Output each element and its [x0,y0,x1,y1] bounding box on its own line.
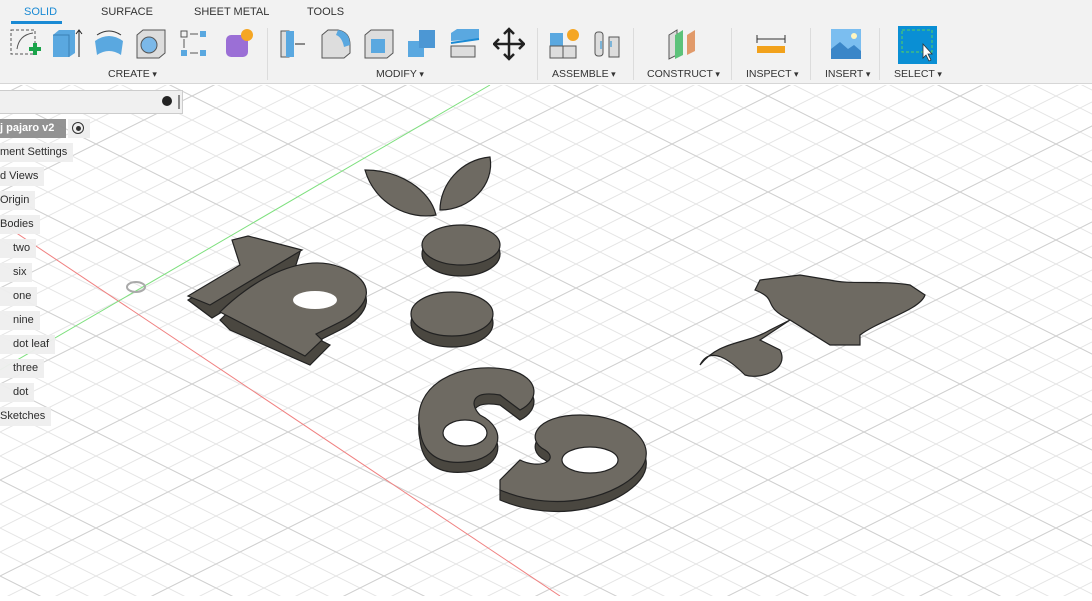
revolve-icon[interactable] [93,27,125,61]
node-label: d Views [0,170,39,182]
3d-viewport[interactable] [0,84,1092,597]
body-item-one[interactable]: one [0,287,38,306]
body-item-dot-leaf[interactable]: dot leaf [0,335,56,354]
ribbon-toolbar: SOLID SURFACE SHEET METAL TOOLS CREATE M… [0,0,1092,84]
browser-item-bodies[interactable]: Bodies [0,215,40,234]
browser-item-named-views[interactable]: d Views [0,167,45,186]
assemble-menu[interactable]: ASSEMBLE [552,68,616,80]
select-menu[interactable]: SELECT [894,68,942,80]
node-label: Sketches [0,410,46,422]
modify-menu[interactable]: MODIFY [376,68,424,80]
pattern-icon[interactable] [178,27,210,61]
canvas-grid [0,84,1092,597]
browser-item-sketches[interactable]: Sketches [0,407,52,426]
tab-solid[interactable]: SOLID [24,6,57,18]
activate-radio-icon[interactable] [68,119,90,138]
body-item-nine[interactable]: nine [0,311,40,330]
browser-panel-header [0,90,183,114]
press-pull-icon[interactable] [279,27,311,61]
body-item-two[interactable]: two [0,239,37,258]
collapse-icon[interactable] [162,96,172,106]
body-item-six[interactable]: six [0,263,33,282]
hole-icon[interactable] [135,27,167,61]
node-label: Bodies [0,218,34,230]
extrude-icon[interactable] [51,27,83,61]
node-label: one [13,290,32,302]
create-menu[interactable]: CREATE [108,68,157,80]
body-dot [410,291,494,348]
body-item-three[interactable]: three [0,359,45,378]
browser-item-document-settings[interactable]: ment Settings [0,143,74,162]
node-label: three [13,362,39,374]
offset-plane-icon[interactable] [667,27,699,61]
node-label: nine [13,314,34,326]
divider [633,28,634,80]
shell-icon[interactable] [363,27,395,61]
split-body-icon[interactable] [449,27,481,61]
document-name: j pajaro v2 [0,122,55,134]
divider [731,28,732,80]
node-label: six [13,266,27,278]
node-label: Origin [0,194,30,206]
browser-item-origin[interactable]: Origin [0,191,36,210]
new-component-icon[interactable] [548,27,580,61]
active-tab-indicator [11,21,62,24]
body-item-dot[interactable]: dot [0,383,35,402]
move-icon[interactable] [493,27,525,61]
create-sketch-icon[interactable] [9,27,41,61]
divider [810,28,811,80]
body-dot-leaf [421,224,501,277]
tab-sheet-metal[interactable]: SHEET METAL [194,6,269,18]
measure-icon[interactable] [755,27,787,61]
divider [537,28,538,80]
browser-root-document[interactable]: j pajaro v2 [0,119,66,138]
create-form-icon[interactable] [222,27,254,61]
fillet-icon[interactable] [320,27,352,61]
divider [879,28,880,80]
select-icon[interactable] [898,26,937,64]
tab-surface[interactable]: SURFACE [101,6,153,18]
joint-icon[interactable] [591,27,623,61]
node-label: dot [13,386,29,398]
insert-image-icon[interactable] [830,27,862,61]
node-label: ment Settings [0,146,68,158]
node-label: dot leaf [13,338,50,350]
resize-handle-icon[interactable] [178,95,180,109]
combine-icon[interactable] [406,27,438,61]
divider [267,28,268,80]
tab-tools[interactable]: TOOLS [307,6,344,18]
inspect-menu[interactable]: INSPECT [746,68,799,80]
node-label: two [13,242,31,254]
construct-menu[interactable]: CONSTRUCT [647,68,720,80]
insert-menu[interactable]: INSERT [825,68,870,80]
